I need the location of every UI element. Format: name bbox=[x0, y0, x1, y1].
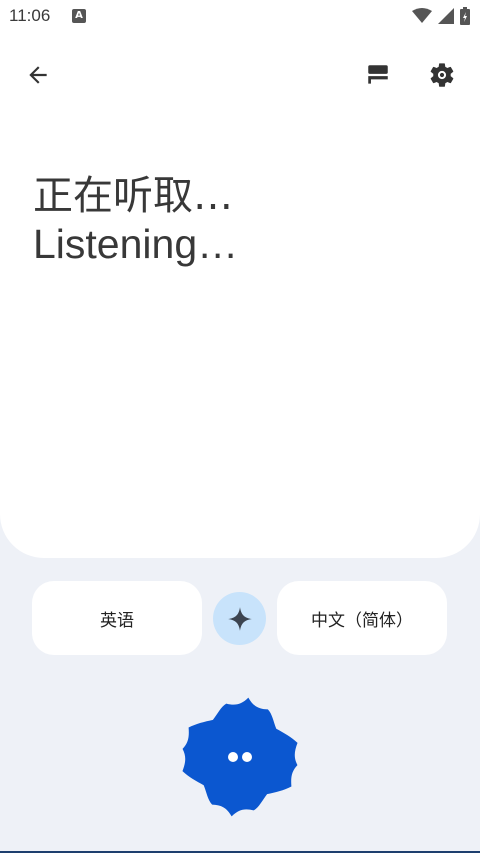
transcript-text: 正在听取… Listening… bbox=[33, 172, 453, 268]
source-language-button[interactable]: 英语 bbox=[32, 581, 202, 655]
transcript-card bbox=[0, 0, 480, 558]
sparkle-icon bbox=[227, 606, 252, 631]
transcript-line-chinese: 正在听取… bbox=[33, 173, 233, 219]
signal-icon bbox=[438, 8, 454, 24]
status-bar: 11:06 A bbox=[0, 0, 480, 34]
gear-icon bbox=[430, 63, 454, 87]
source-language-label: 英语 bbox=[100, 610, 134, 631]
arrow-back-icon bbox=[29, 66, 47, 84]
status-icons bbox=[412, 6, 470, 26]
target-language-button[interactable]: 中文（简体） bbox=[277, 581, 447, 655]
back-button[interactable] bbox=[20, 57, 56, 93]
swap-languages-button[interactable] bbox=[213, 592, 266, 645]
wifi-icon bbox=[412, 8, 432, 23]
notification-icon: A bbox=[72, 9, 86, 23]
status-time: 11:06 bbox=[9, 6, 51, 25]
battery-icon bbox=[460, 7, 470, 25]
settings-button[interactable] bbox=[424, 57, 460, 93]
history-button[interactable] bbox=[360, 57, 396, 93]
listening-dots-icon bbox=[182, 697, 298, 817]
mic-button[interactable] bbox=[180, 697, 300, 817]
target-language-label: 中文（简体） bbox=[311, 610, 413, 631]
transcript-line-english: Listening… bbox=[33, 221, 239, 267]
history-cards-icon bbox=[368, 65, 388, 84]
